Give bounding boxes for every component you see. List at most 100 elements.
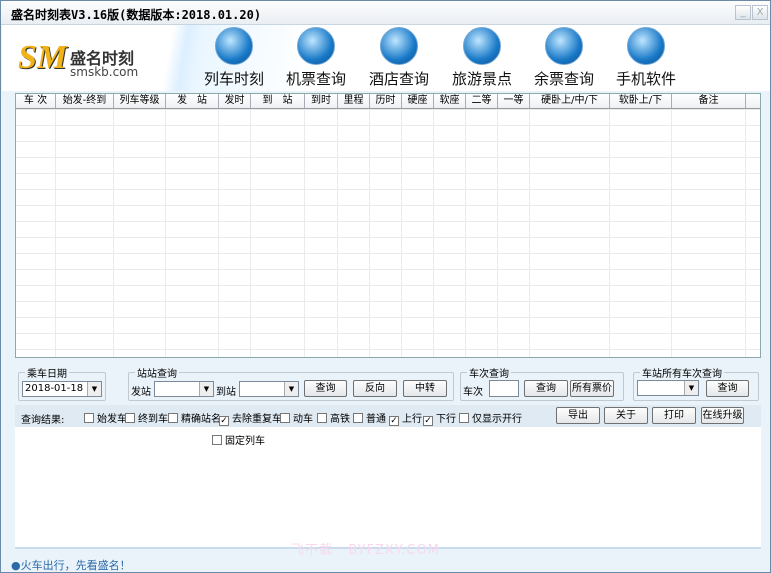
print-button[interactable]: 打印 bbox=[652, 407, 696, 424]
column-header[interactable]: 硬卧上/中/下 bbox=[530, 94, 610, 108]
checkbox-box[interactable]: ✓ bbox=[219, 416, 229, 426]
checkbox-box[interactable] bbox=[212, 435, 222, 445]
filter-checkbox[interactable]: 普通 bbox=[353, 410, 386, 425]
fixed-train-checkbox[interactable]: 固定列车 bbox=[212, 432, 265, 447]
filter-label: 普通 bbox=[366, 414, 386, 425]
reverse-button[interactable]: 反向 bbox=[353, 380, 397, 397]
filter-checkbox[interactable]: 仅显示开行 bbox=[459, 410, 522, 425]
globe-icon[interactable] bbox=[463, 27, 501, 65]
to-station-label: 到站 bbox=[216, 387, 236, 398]
java-icon[interactable] bbox=[627, 27, 665, 65]
column-header[interactable]: 列车等级 bbox=[114, 94, 166, 108]
station-group-legend: 站站查询 bbox=[137, 369, 177, 380]
filter-checkbox[interactable]: ✓ 下行 bbox=[423, 410, 456, 426]
column-divider bbox=[465, 109, 466, 357]
train-icon[interactable] bbox=[215, 27, 253, 65]
filter-checkbox[interactable]: ✓ 上行 bbox=[389, 410, 422, 426]
column-header[interactable]: 软卧上/下 bbox=[610, 94, 672, 108]
results-table[interactable]: 车 次始发-终到 列车等级发 站发时到 站到时 里程 历时 硬座 软座 二等 一等 硬卧上/中/… bbox=[15, 93, 761, 358]
date-picker[interactable]: 2018-01-18 ▼ bbox=[22, 381, 102, 397]
filter-checkbox[interactable]: ✓ 去除重复车 bbox=[219, 410, 282, 426]
column-header[interactable]: 到 站 bbox=[251, 94, 305, 108]
window-title: 盛名时刻表V3.16版(数据版本:2018.01.20) bbox=[11, 8, 262, 22]
filter-label: 上行 bbox=[402, 414, 422, 425]
details-panel bbox=[15, 427, 761, 549]
minimize-button[interactable]: _ bbox=[735, 5, 751, 20]
filter-checkbox[interactable]: 高铁 bbox=[317, 410, 350, 425]
checkbox-box[interactable] bbox=[280, 413, 290, 423]
column-header[interactable]: 历时 bbox=[370, 94, 402, 108]
station-query-button[interactable]: 查询 bbox=[304, 380, 347, 397]
filter-label: 仅显示开行 bbox=[472, 414, 522, 425]
column-header[interactable]: 一等 bbox=[498, 94, 530, 108]
column-header[interactable]: 始发-终到 bbox=[56, 94, 114, 108]
checkbox-box[interactable] bbox=[459, 413, 469, 423]
filter-label: 精确站名 bbox=[181, 414, 221, 425]
column-divider bbox=[250, 109, 251, 357]
checkbox-box[interactable] bbox=[84, 413, 94, 423]
train-number-input[interactable] bbox=[489, 380, 519, 397]
transfer-button[interactable]: 中转 bbox=[403, 380, 447, 397]
column-header[interactable]: 二等 bbox=[466, 94, 498, 108]
nav-label: 酒店查询 bbox=[368, 70, 429, 88]
station-all-query-button[interactable]: 查询 bbox=[706, 380, 749, 397]
column-divider bbox=[165, 109, 166, 357]
filter-label: 终到车 bbox=[138, 414, 168, 425]
filter-checkbox[interactable]: 始发车 bbox=[84, 410, 127, 425]
nav-hotel[interactable]: 酒店查询 bbox=[357, 27, 441, 89]
nav-java[interactable]: 手机软件 bbox=[604, 27, 688, 89]
to-station-select[interactable]: ▼ bbox=[239, 381, 299, 397]
column-header[interactable]: 发时 bbox=[219, 94, 251, 108]
results-label: 查询结果: bbox=[21, 415, 65, 426]
column-divider bbox=[113, 109, 114, 357]
checkbox-box[interactable] bbox=[168, 413, 178, 423]
station-all-group-legend: 车站所有车次查询 bbox=[642, 369, 722, 380]
table-body[interactable] bbox=[16, 109, 760, 357]
close-button[interactable]: X bbox=[752, 5, 768, 20]
upgrade-button[interactable]: 在线升级 bbox=[701, 407, 744, 424]
column-header[interactable]: 备注 bbox=[672, 94, 746, 108]
hotel-icon[interactable] bbox=[380, 27, 418, 65]
checkbox-box[interactable] bbox=[125, 413, 135, 423]
filter-checkbox[interactable]: 终到车 bbox=[125, 410, 168, 425]
nav-label: 余票查询 bbox=[533, 70, 594, 88]
checkbox-box[interactable] bbox=[353, 413, 363, 423]
checkbox-box[interactable]: ✓ bbox=[423, 416, 433, 426]
export-button[interactable]: 导出 bbox=[556, 407, 600, 424]
column-header[interactable]: 里程 bbox=[338, 94, 370, 108]
column-divider bbox=[745, 109, 746, 357]
column-header[interactable]: 硬座 bbox=[402, 94, 434, 108]
nav-train[interactable]: 列车时刻 bbox=[192, 27, 276, 89]
train-number-label: 车次 bbox=[463, 387, 483, 398]
filter-checkbox[interactable]: 精确站名 bbox=[168, 410, 221, 425]
logo: SM 盛名时刻 smskb.com bbox=[18, 39, 148, 87]
train-group-legend: 车次查询 bbox=[469, 369, 509, 380]
from-station-select[interactable]: ▼ bbox=[154, 381, 214, 397]
column-header[interactable]: 发 站 bbox=[166, 94, 219, 108]
checkbox-box[interactable]: ✓ bbox=[389, 416, 399, 426]
column-header[interactable]: 到时 bbox=[305, 94, 338, 108]
nav-globe[interactable]: 旅游景点 bbox=[440, 27, 524, 89]
chevron-down-icon[interactable]: ▼ bbox=[87, 382, 101, 396]
station-select[interactable]: ▼ bbox=[637, 380, 699, 396]
chevron-down-icon[interactable]: ▼ bbox=[199, 382, 213, 396]
column-header[interactable]: 软座 bbox=[434, 94, 466, 108]
nav-airplane[interactable]: 机票查询 bbox=[274, 27, 358, 89]
column-header[interactable]: 车 次 bbox=[16, 94, 56, 108]
column-divider bbox=[304, 109, 305, 357]
all-prices-button[interactable]: 所有票价 bbox=[570, 380, 614, 397]
filter-label: 始发车 bbox=[97, 414, 127, 425]
about-button[interactable]: 关于 bbox=[604, 407, 648, 424]
filter-checkbox[interactable]: 动车 bbox=[280, 410, 313, 425]
nav-windows[interactable]: 余票查询 bbox=[522, 27, 606, 89]
airplane-icon[interactable] bbox=[297, 27, 335, 65]
chevron-down-icon[interactable]: ▼ bbox=[684, 381, 698, 395]
checkbox-box[interactable] bbox=[317, 413, 327, 423]
app-window: 盛名时刻表V3.16版(数据版本:2018.01.20) _ X SM 盛名时刻… bbox=[0, 0, 771, 573]
column-divider bbox=[218, 109, 219, 357]
from-station-label: 发站 bbox=[131, 387, 151, 398]
chevron-down-icon[interactable]: ▼ bbox=[284, 382, 298, 396]
column-divider bbox=[609, 109, 610, 357]
windows-icon[interactable] bbox=[545, 27, 583, 65]
train-query-button[interactable]: 查询 bbox=[524, 380, 568, 397]
